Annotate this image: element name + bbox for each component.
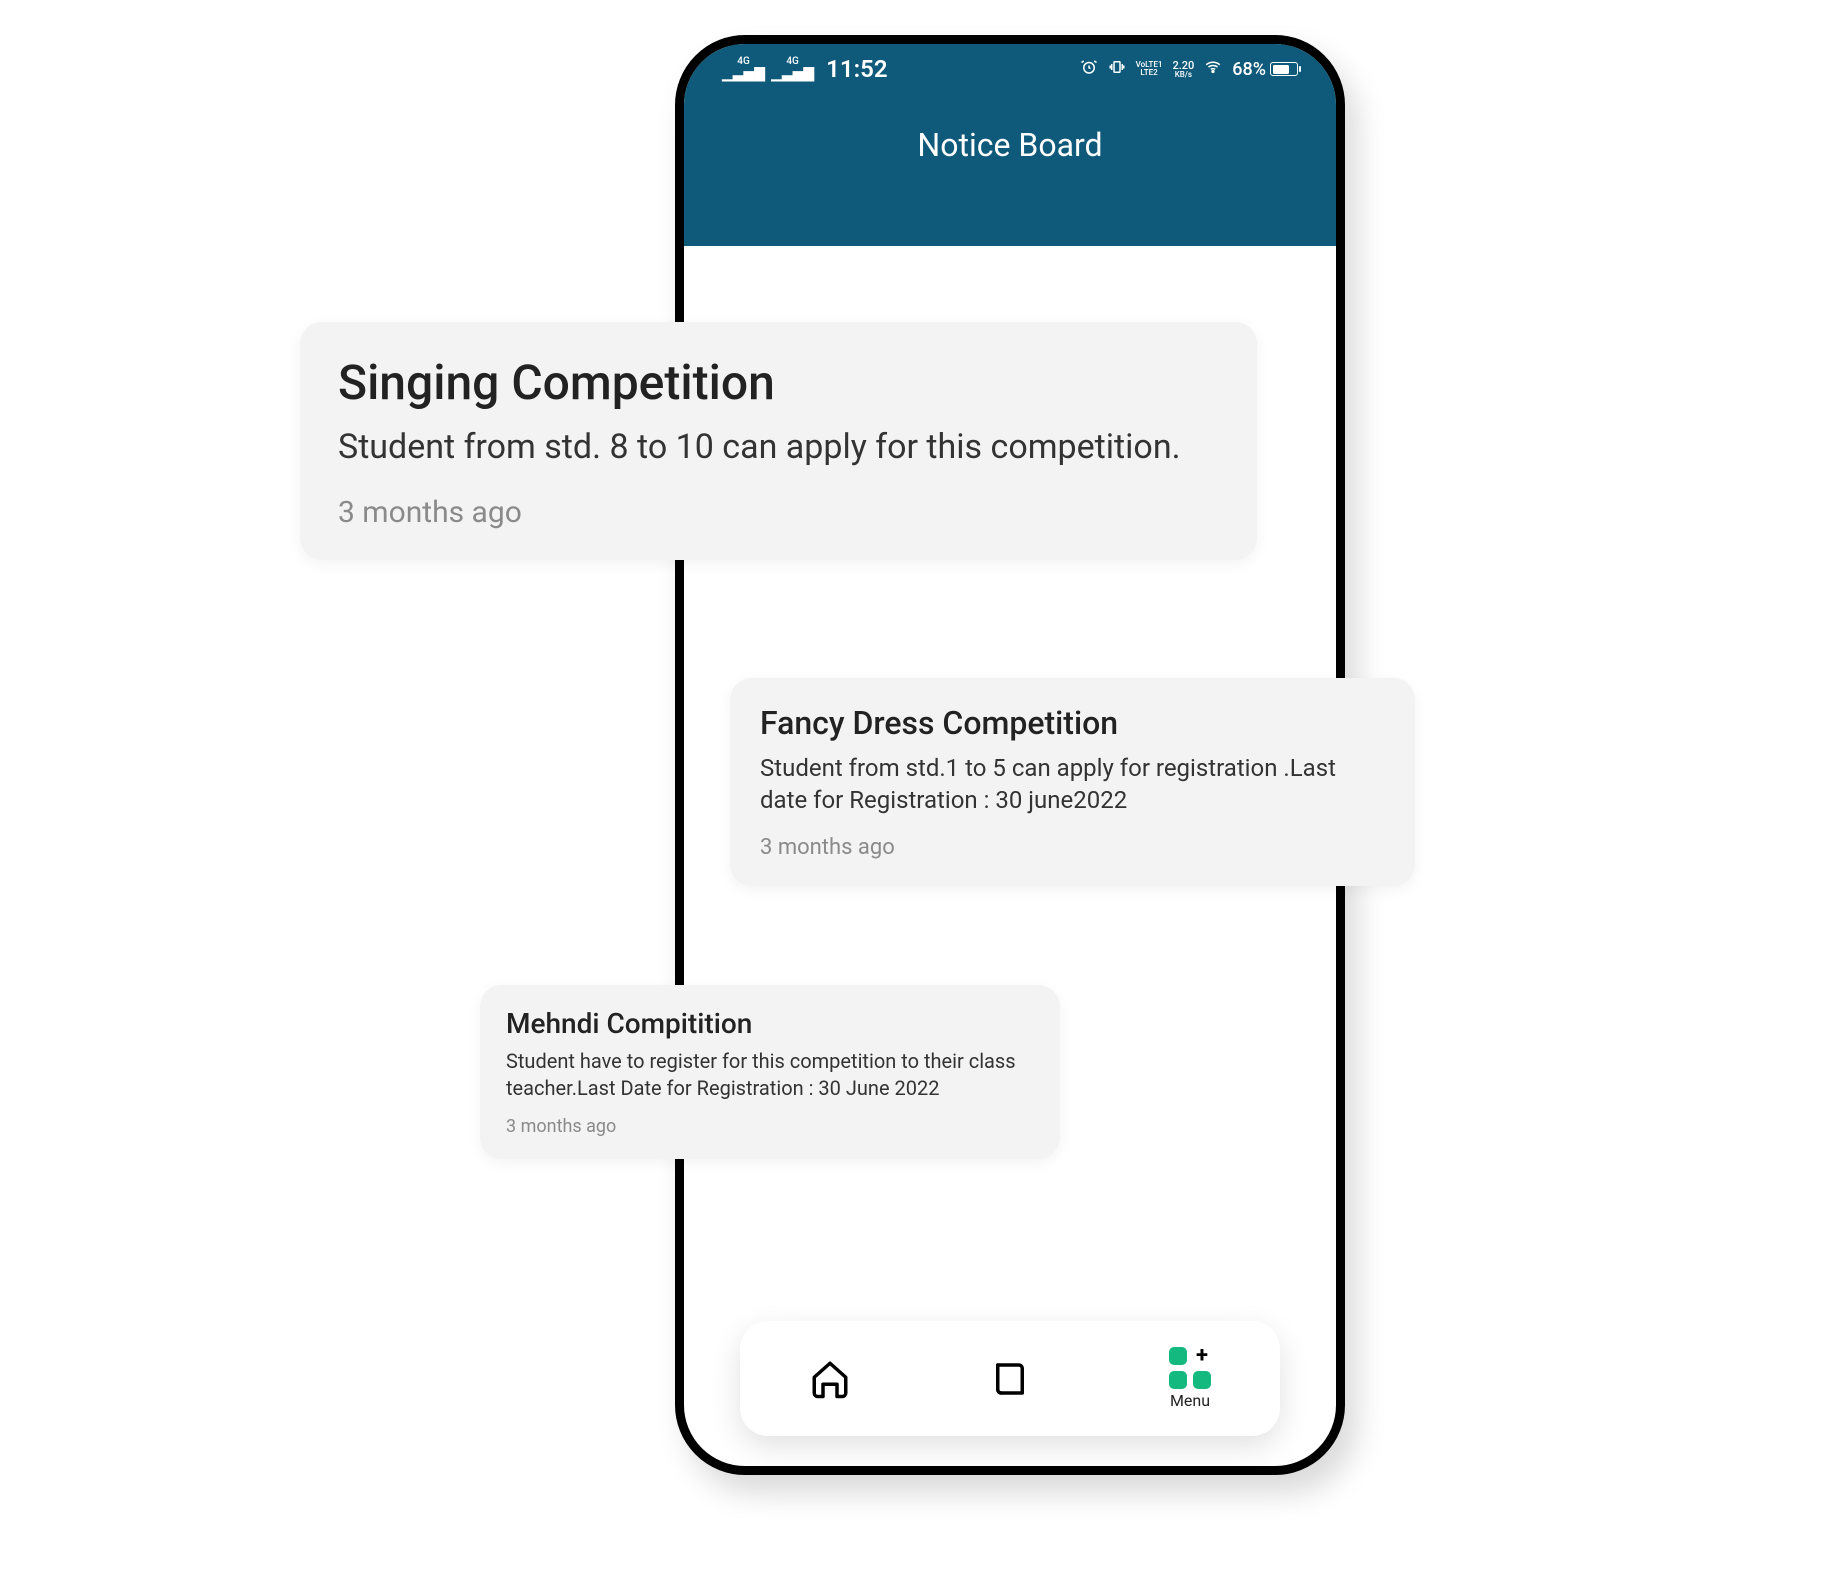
notice-time: 3 months ago (506, 1116, 1034, 1137)
battery-percent: 68% (1232, 59, 1266, 80)
status-time: 11:52 (826, 55, 887, 83)
lte-indicator: VoLTE1 LTE2 (1136, 61, 1163, 77)
page-title: Notice Board (684, 126, 1336, 164)
status-right: VoLTE1 LTE2 2.20 KB/s 68% (1080, 58, 1298, 81)
status-left: 4G ▁▃▅▇ 4G ▁▃▅▇ 11:52 (722, 55, 888, 83)
notice-title: Fancy Dress Competition (760, 704, 1385, 742)
nav-menu[interactable]: + Menu (1169, 1347, 1211, 1410)
notice-body: Student from std. 8 to 10 can apply for … (338, 425, 1219, 471)
bottom-nav: + Menu (740, 1321, 1280, 1436)
notice-body: Student have to register for this compet… (506, 1048, 1034, 1102)
notice-title: Singing Competition (338, 354, 1219, 411)
wifi-icon (1204, 58, 1222, 81)
book-icon (989, 1358, 1031, 1400)
app-header: Notice Board (684, 94, 1336, 246)
notice-card[interactable]: Mehndi Compitition Student have to regis… (480, 985, 1060, 1159)
nav-book[interactable] (989, 1358, 1031, 1400)
speed-unit: KB/s (1175, 71, 1192, 79)
nav-menu-label: Menu (1170, 1391, 1210, 1410)
notice-card[interactable]: Fancy Dress Competition Student from std… (730, 678, 1415, 886)
notice-card[interactable]: Singing Competition Student from std. 8 … (300, 322, 1257, 560)
notice-time: 3 months ago (760, 835, 1385, 860)
notice-body: Student from std.1 to 5 can apply for re… (760, 752, 1385, 817)
signal-2-bars-icon: ▁▃▅▇ (771, 67, 814, 81)
battery-indicator: 68% (1232, 59, 1298, 80)
notice-title: Mehndi Compitition (506, 1007, 1034, 1040)
signal-indicator-1: 4G ▁▃▅▇ (722, 57, 765, 81)
battery-icon (1270, 62, 1298, 76)
alarm-icon (1080, 58, 1098, 81)
notice-time: 3 months ago (338, 495, 1219, 530)
nav-home[interactable] (809, 1358, 851, 1400)
menu-grid-icon: + (1169, 1347, 1211, 1389)
signal-1-bars-icon: ▁▃▅▇ (722, 67, 765, 81)
data-speed-indicator: 2.20 KB/s (1172, 60, 1194, 79)
vibrate-icon (1108, 58, 1126, 81)
speed-value: 2.20 (1172, 60, 1194, 71)
signal-indicator-2: 4G ▁▃▅▇ (771, 57, 814, 81)
status-bar: 4G ▁▃▅▇ 4G ▁▃▅▇ 11:52 VoLTE1 LTE2 (684, 44, 1336, 94)
home-icon (809, 1358, 851, 1400)
lte-bot-label: LTE2 (1140, 69, 1157, 77)
